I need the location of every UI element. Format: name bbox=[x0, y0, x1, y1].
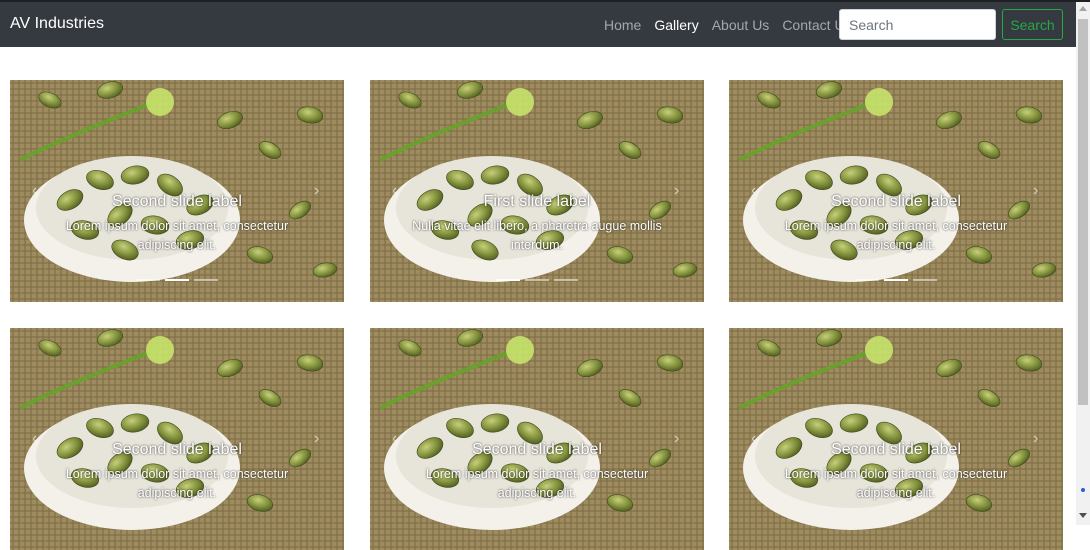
carousel-next-icon[interactable]: › bbox=[1033, 431, 1043, 447]
slide-caption: First slide label Nulla vitae elit liber… bbox=[410, 192, 664, 255]
slide-caption: Second slide label Lorem ipsum dolor sit… bbox=[50, 440, 304, 503]
cardamom-photo bbox=[729, 328, 1063, 550]
carousel-next-icon[interactable]: › bbox=[314, 183, 324, 199]
cardamom-photo bbox=[10, 80, 344, 302]
scroll-marker bbox=[1081, 488, 1085, 492]
carousel-card[interactable]: ‹ › First slide label Nulla vitae elit l… bbox=[370, 80, 704, 302]
indicator-1[interactable] bbox=[496, 279, 520, 281]
cardamom-photo bbox=[370, 328, 704, 550]
slide-title: Second slide label bbox=[831, 193, 961, 210]
indicator-2[interactable] bbox=[525, 279, 549, 281]
slide-text: Nulla vitae elit libero, a pharetra augu… bbox=[412, 219, 662, 252]
cardamom-photo bbox=[370, 80, 704, 302]
brand-logo[interactable]: AV Industries bbox=[10, 14, 104, 34]
navbar: AV Industries Home Gallery About Us Cont… bbox=[0, 2, 1076, 47]
slide-caption: Second slide label Lorem ipsum dolor sit… bbox=[50, 192, 304, 255]
search-input[interactable] bbox=[839, 9, 996, 40]
carousel-indicators bbox=[136, 279, 218, 282]
carousel-card[interactable]: ‹ › Second slide label Lorem ipsum dolor… bbox=[370, 328, 704, 550]
indicator-2[interactable] bbox=[165, 279, 189, 281]
indicator-1[interactable] bbox=[136, 279, 160, 281]
carousel-next-icon[interactable]: › bbox=[674, 431, 684, 447]
carousel-prev-icon[interactable]: ‹ bbox=[32, 431, 42, 447]
nav-item-about-us[interactable]: About Us bbox=[712, 16, 770, 34]
slide-text: Lorem ipsum dolor sit amet, consectetur … bbox=[784, 467, 1008, 500]
scroll-thumb[interactable] bbox=[1078, 19, 1088, 405]
carousel-card[interactable]: ‹ › Second slide label Lorem ipsum dolor… bbox=[729, 80, 1063, 302]
nav-links: Home Gallery About Us Contact Us bbox=[604, 16, 865, 34]
search-button[interactable]: Search bbox=[1002, 9, 1063, 40]
carousel-indicators bbox=[855, 279, 937, 282]
indicator-3[interactable] bbox=[554, 279, 578, 281]
slide-caption: Second slide label Lorem ipsum dolor sit… bbox=[769, 440, 1023, 503]
slide-text: Lorem ipsum dolor sit amet, consectetur … bbox=[65, 467, 289, 500]
nav-item-gallery[interactable]: Gallery bbox=[654, 16, 698, 34]
carousel-next-icon[interactable]: › bbox=[314, 431, 324, 447]
carousel-next-icon[interactable]: › bbox=[1033, 183, 1043, 199]
slide-text: Lorem ipsum dolor sit amet, consectetur … bbox=[65, 219, 289, 252]
indicator-1[interactable] bbox=[855, 279, 879, 281]
carousel-prev-icon[interactable]: ‹ bbox=[751, 183, 761, 199]
indicator-2[interactable] bbox=[884, 279, 908, 281]
indicator-3[interactable] bbox=[913, 279, 937, 281]
slide-title: Second slide label bbox=[112, 441, 242, 458]
carousel-prev-icon[interactable]: ‹ bbox=[392, 183, 402, 199]
carousel-card[interactable]: ‹ › Second slide label Lorem ipsum dolor… bbox=[729, 328, 1063, 550]
slide-title: Second slide label bbox=[112, 193, 242, 210]
carousel-card[interactable]: ‹ › Second slide label Lorem ipsum dolor… bbox=[10, 80, 344, 302]
slide-title: First slide label bbox=[483, 193, 591, 210]
indicator-3[interactable] bbox=[194, 279, 218, 281]
carousel-card[interactable]: ‹ › Second slide label Lorem ipsum dolor… bbox=[10, 328, 344, 550]
carousel-prev-icon[interactable]: ‹ bbox=[392, 431, 402, 447]
slide-caption: Second slide label Lorem ipsum dolor sit… bbox=[769, 192, 1023, 255]
carousel-prev-icon[interactable]: ‹ bbox=[32, 183, 42, 199]
slide-text: Lorem ipsum dolor sit amet, consectetur … bbox=[425, 467, 649, 500]
slide-caption: Second slide label Lorem ipsum dolor sit… bbox=[410, 440, 664, 503]
scroll-up-arrow-icon[interactable] bbox=[1079, 6, 1087, 11]
slide-text: Lorem ipsum dolor sit amet, consectetur … bbox=[784, 219, 1008, 252]
slide-title: Second slide label bbox=[831, 441, 961, 458]
carousel-next-icon[interactable]: › bbox=[674, 183, 684, 199]
nav-item-home[interactable]: Home bbox=[604, 16, 641, 34]
carousel-prev-icon[interactable]: ‹ bbox=[751, 431, 761, 447]
carousel-indicators bbox=[496, 279, 578, 282]
page-scrollbar[interactable] bbox=[1076, 2, 1090, 525]
slide-title: Second slide label bbox=[472, 441, 602, 458]
scroll-down-arrow-icon[interactable] bbox=[1079, 513, 1087, 518]
cardamom-photo bbox=[10, 328, 344, 550]
cardamom-photo bbox=[729, 80, 1063, 302]
